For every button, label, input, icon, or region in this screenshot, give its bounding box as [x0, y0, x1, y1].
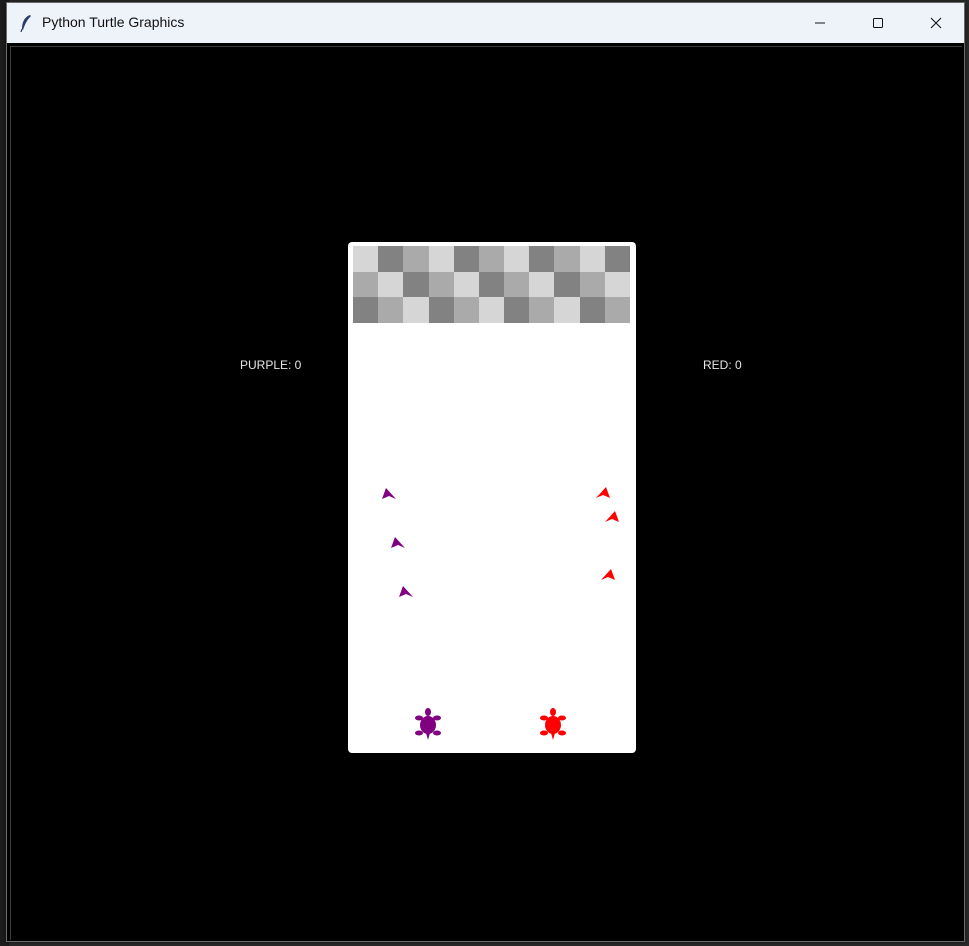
finish-line-cell [604, 297, 630, 323]
purple-turtle-icon [415, 708, 441, 740]
finish-line [353, 246, 630, 323]
minimize-icon [815, 22, 825, 24]
red-arrow-icon [605, 511, 619, 522]
finish-line-cell [504, 297, 530, 323]
game-board [348, 242, 636, 753]
close-icon [930, 17, 942, 29]
purple-arrow-icon [391, 537, 405, 548]
minimize-button[interactable] [791, 3, 849, 43]
finish-line-cell [554, 246, 580, 272]
finish-line-cell [378, 297, 404, 323]
finish-line-cell [453, 246, 479, 272]
finish-line-cell [428, 246, 454, 272]
finish-line-cell [403, 271, 429, 298]
feather-icon [20, 15, 31, 32]
red-arrow-icon [601, 569, 615, 580]
finish-line-cell [554, 297, 580, 323]
finish-line-cell [529, 271, 555, 298]
window-title: Python Turtle Graphics [42, 14, 185, 30]
finish-line-cell [604, 271, 630, 298]
finish-line-cell [554, 271, 580, 298]
finish-line-cell [403, 297, 429, 323]
red-score: RED: 0 [703, 358, 742, 372]
finish-line-cell [478, 271, 505, 298]
purple-score: PURPLE: 0 [240, 358, 302, 372]
finish-line-cell [504, 271, 530, 298]
finish-line-cell [403, 246, 429, 272]
finish-line-cell [579, 246, 605, 272]
finish-line-cell [478, 246, 505, 272]
finish-line-cell [453, 297, 479, 323]
finish-line-cell [478, 297, 505, 323]
turtle-canvas[interactable]: PURPLE: 0 RED: 0 [10, 46, 962, 940]
finish-line-cell [579, 271, 605, 298]
turtle-window: Python Turtle Graphics PURPLE: 0 RED: 0 [6, 2, 965, 942]
finish-line-cell [353, 271, 379, 298]
finish-line-cell [604, 246, 630, 272]
finish-line-cell [529, 297, 555, 323]
maximize-button[interactable] [849, 3, 907, 43]
finish-line-cell [504, 246, 530, 272]
title-bar[interactable]: Python Turtle Graphics [7, 3, 964, 43]
finish-line-cell [378, 271, 404, 298]
finish-line-cell [579, 297, 605, 323]
maximize-icon [873, 18, 883, 28]
finish-line-cell [428, 297, 454, 323]
red-arrow-icon [596, 487, 610, 498]
finish-line-cell [353, 246, 379, 272]
red-turtle-icon [540, 708, 566, 740]
finish-line-cell [453, 271, 479, 298]
finish-line-cell [529, 246, 555, 272]
finish-line-cell [353, 297, 379, 323]
purple-arrow-icon [382, 488, 396, 499]
purple-arrow-icon [399, 586, 413, 597]
close-button[interactable] [907, 3, 965, 43]
finish-line-cell [378, 246, 404, 272]
finish-line-cell [428, 271, 454, 298]
